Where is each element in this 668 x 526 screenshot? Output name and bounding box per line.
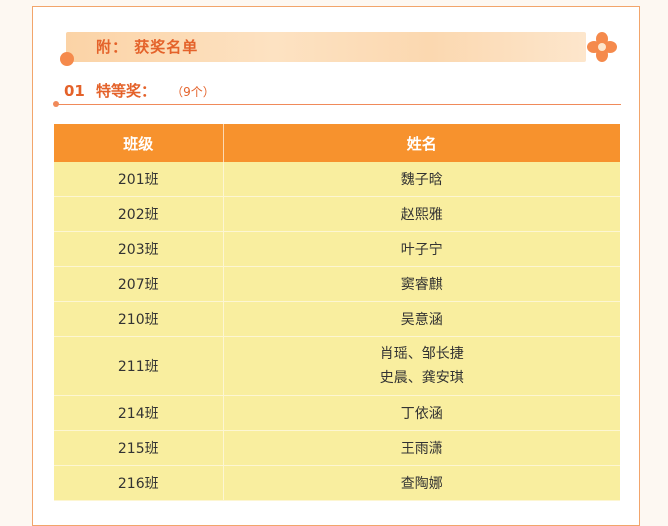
table-row: 207班 窦睿麒: [54, 266, 620, 302]
class-cell: 215班: [54, 430, 224, 466]
table-row: 201班 魏子晗: [54, 162, 620, 197]
name-cell: 王雨潇: [223, 430, 620, 466]
banner-title: 附： 获奖名单: [96, 38, 199, 56]
name-cell: 窦睿麒: [223, 266, 620, 302]
class-cell: 216班: [54, 465, 224, 501]
name-cell: 吴意涵: [223, 301, 620, 337]
flower-icon: [587, 32, 617, 62]
name-cell: 赵熙雅: [223, 196, 620, 232]
table-header-row: 班级 姓名: [54, 124, 620, 162]
name-cell: 丁依涵: [223, 395, 620, 431]
table-row: 203班 叶子宁: [54, 231, 620, 267]
class-cell: 203班: [54, 231, 224, 267]
class-cell: 202班: [54, 196, 224, 232]
class-cell: 207班: [54, 266, 224, 302]
name-cell: 魏子晗: [223, 162, 620, 197]
column-header-class: 班级: [54, 124, 224, 162]
table-row: 214班 丁依涵: [54, 395, 620, 431]
table-row: 202班 赵熙雅: [54, 196, 620, 232]
banner-dot-icon: [60, 52, 74, 66]
class-cell: 201班: [54, 162, 224, 197]
name-cell: 叶子宁: [223, 231, 620, 267]
class-cell: 211班: [54, 336, 224, 396]
table-row: 210班 吴意涵: [54, 301, 620, 337]
awards-table: 班级 姓名 201班 魏子晗 202班 赵熙雅 203班 叶子宁 207班 窦睿…: [54, 124, 620, 501]
table-row: 211班 肖瑶、邹长捷 史晨、龚安琪: [54, 336, 620, 396]
name-cell: 肖瑶、邹长捷 史晨、龚安琪: [223, 336, 620, 396]
section-label: 特等奖：: [95, 82, 156, 100]
name-line: 肖瑶、邹长捷: [379, 346, 464, 362]
column-header-name: 姓名: [223, 124, 620, 162]
section-divider: [56, 104, 621, 105]
name-cell: 查陶娜: [223, 465, 620, 501]
section-heading: 01 特等奖： （9个）: [64, 80, 215, 104]
class-cell: 210班: [54, 301, 224, 337]
section-count: （9个）: [171, 85, 215, 99]
section-number: 01: [64, 82, 85, 100]
name-line: 史晨、龚安琪: [379, 370, 464, 386]
table-row: 216班 查陶娜: [54, 465, 620, 501]
table-row: 215班 王雨潇: [54, 430, 620, 466]
title-banner: 附： 获奖名单: [66, 32, 586, 62]
class-cell: 214班: [54, 395, 224, 431]
